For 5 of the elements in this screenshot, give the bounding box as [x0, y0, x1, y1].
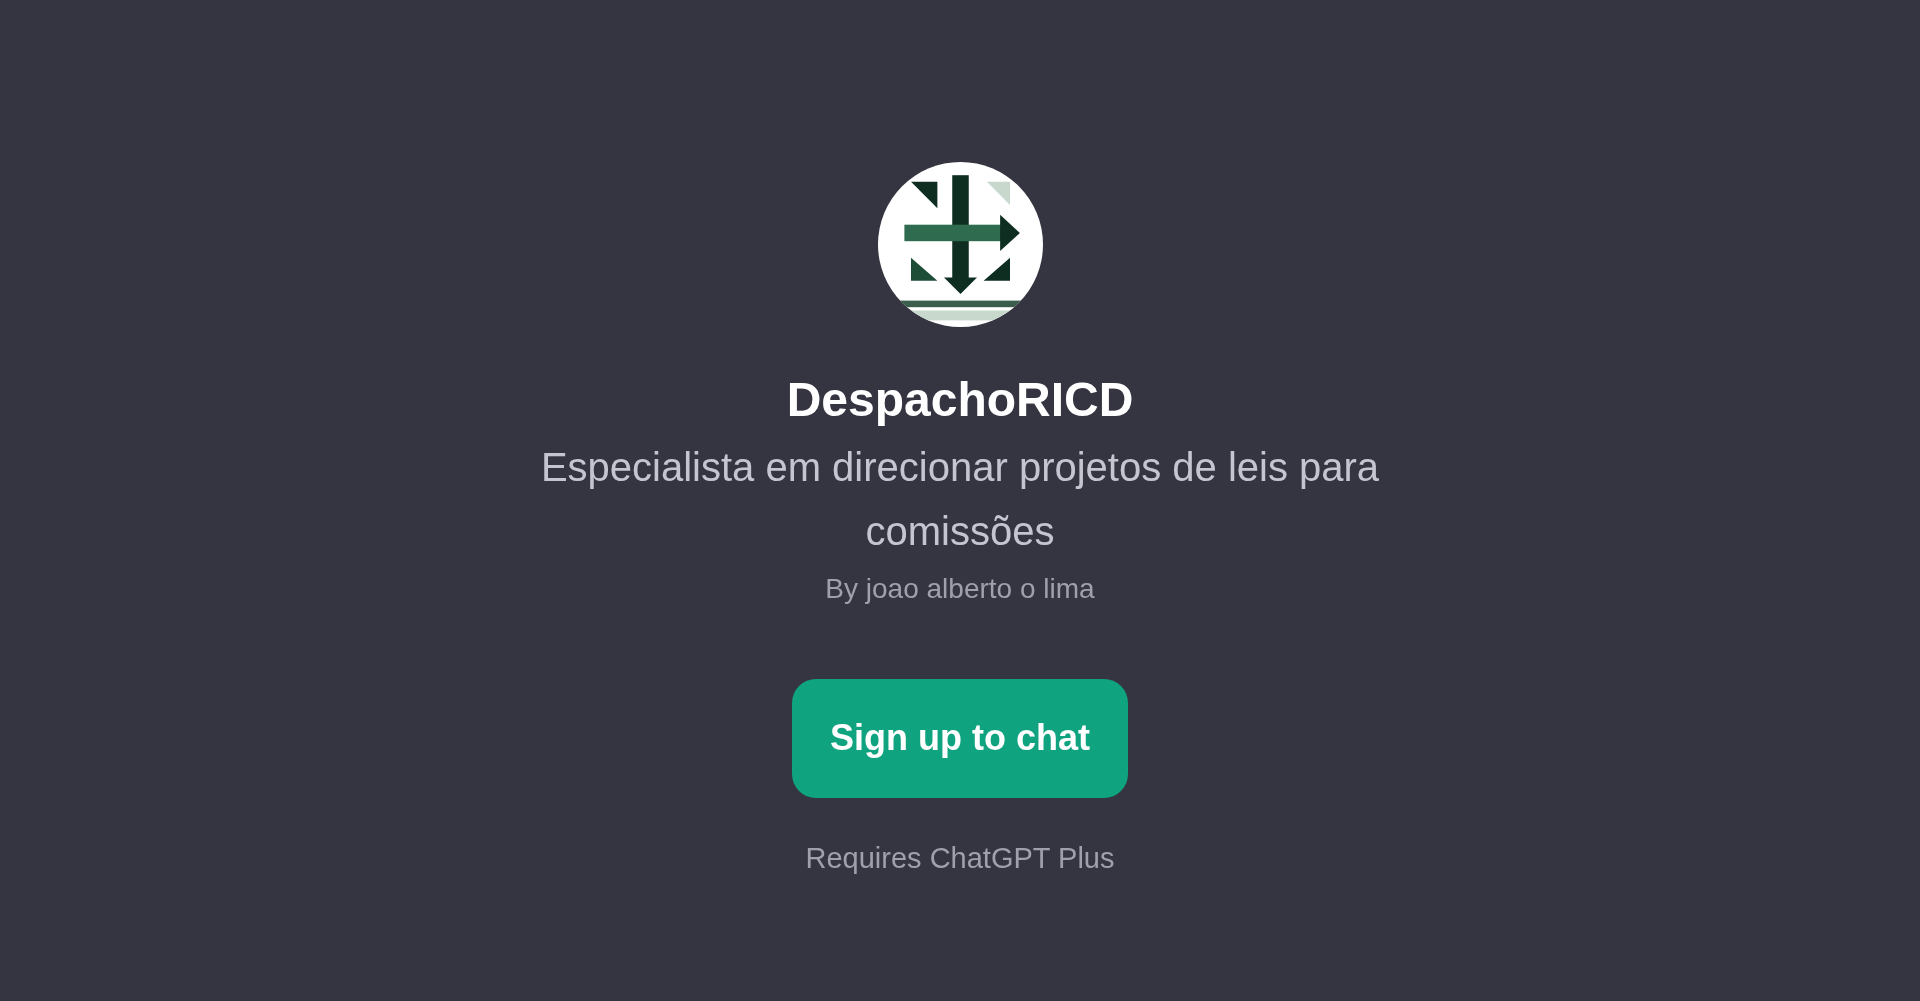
- requirement-note: Requires ChatGPT Plus: [805, 841, 1115, 875]
- author-text: By joao alberto o lima: [825, 572, 1095, 605]
- gpt-description: Especialista em direcionar projetos de leis para comissões: [539, 443, 1381, 555]
- signup-button[interactable]: Sign up to chat: [792, 678, 1128, 798]
- gpt-title: DespachoRICD: [786, 372, 1134, 428]
